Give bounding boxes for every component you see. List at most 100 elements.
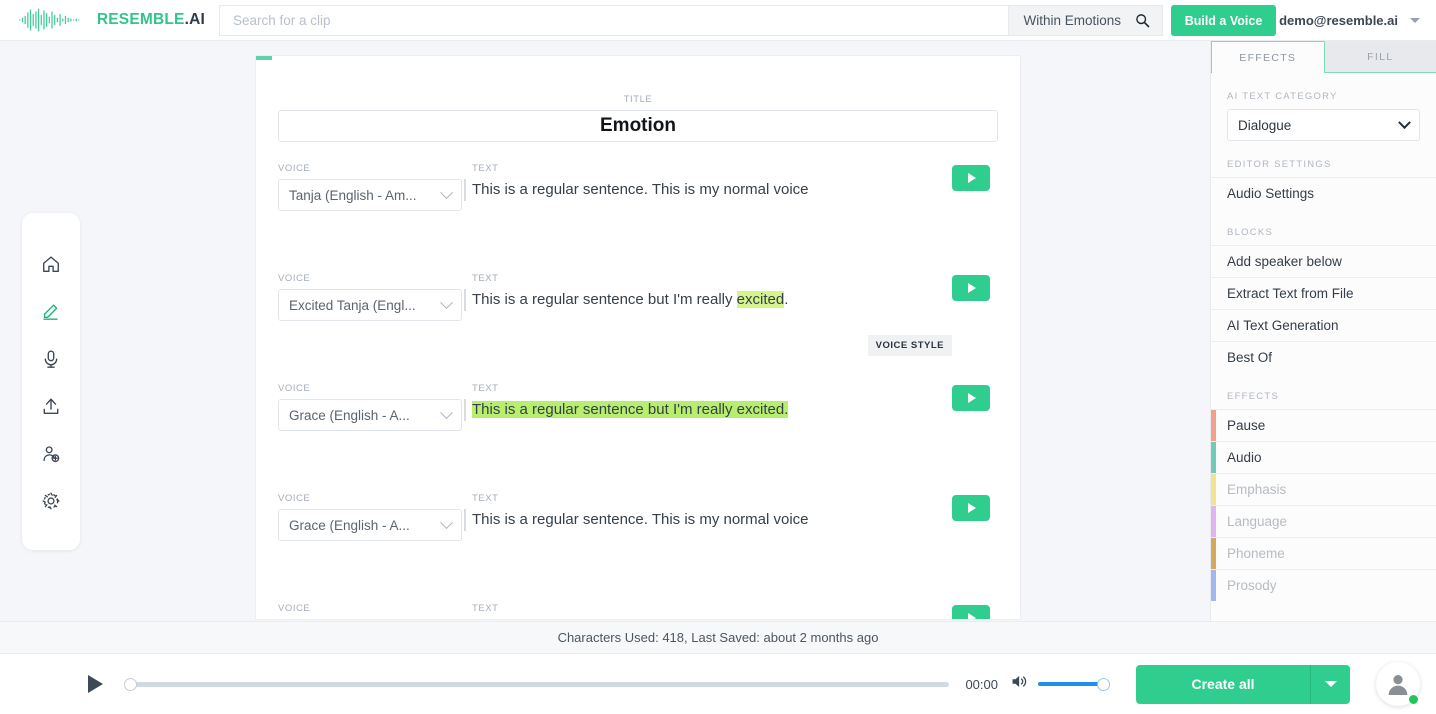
home-icon: [43, 256, 59, 272]
voice-style-tag[interactable]: VOICE STYLE: [867, 335, 952, 356]
text-field-group: TEXT This is a regular sentence but I'm …: [462, 383, 952, 421]
text-field-group: TEXT This is a regular sentence. This is…: [462, 493, 952, 531]
play-row-button[interactable]: [952, 275, 990, 301]
text-label: TEXT: [472, 383, 499, 394]
effect-label: Prosody: [1227, 578, 1277, 593]
play-row-button[interactable]: [952, 605, 990, 619]
play-row-button[interactable]: [952, 165, 990, 191]
play-icon: [968, 283, 976, 293]
effect-color-swatch: [1211, 538, 1216, 569]
voice-field-group: VOICE: [278, 603, 462, 620]
status-text: Characters Used: 418, Last Saved: about …: [557, 630, 879, 645]
row-play-col: [952, 163, 998, 191]
tab-effects[interactable]: EFFECTS: [1211, 41, 1325, 73]
effect-label: Language: [1227, 514, 1288, 529]
text-label: TEXT: [472, 603, 499, 614]
play-icon: [968, 503, 976, 513]
ai-text-category-select[interactable]: Dialogue: [1227, 109, 1420, 141]
effect-item-pause[interactable]: Pause: [1211, 409, 1436, 441]
effect-label: Phoneme: [1227, 546, 1285, 561]
text-input[interactable]: This is a regular sentence. This is my n…: [464, 509, 952, 531]
text-input[interactable]: This is a regular sentence but I'm reall…: [464, 289, 952, 311]
voice-select-value: Grace (English - A...: [289, 407, 410, 423]
chevron-down-icon: [440, 405, 453, 419]
effect-color-swatch: [1211, 442, 1216, 473]
voice-select[interactable]: Excited Tanja (Engl...: [278, 289, 462, 321]
highlighted-text[interactable]: [472, 619, 806, 620]
sidebar-item-home[interactable]: [34, 249, 68, 279]
voice-select-value: Excited Tanja (Engl...: [289, 297, 416, 313]
menu-item-extract-text-from-file[interactable]: Extract Text from File: [1211, 277, 1436, 309]
search-scope-chip[interactable]: Within Emotions: [1008, 5, 1163, 36]
online-status-badge: [1408, 694, 1419, 705]
effect-item-prosody[interactable]: Prosody: [1211, 569, 1436, 601]
speaker-row: VOICE Grace (English - A... TEXT This is…: [278, 383, 998, 493]
blocks-label: BLOCKS: [1227, 227, 1274, 238]
menu-item-audio-settings[interactable]: Audio Settings: [1211, 177, 1436, 209]
effect-color-swatch: [1211, 506, 1216, 537]
title-label: TITLE: [623, 94, 653, 105]
create-all-dropdown-button[interactable]: [1310, 664, 1350, 704]
sidebar-item-upload[interactable]: [34, 391, 68, 421]
avatar[interactable]: [1376, 662, 1420, 706]
effect-item-language[interactable]: Language: [1211, 505, 1436, 537]
text-suffix: .: [784, 291, 789, 308]
text-label: TEXT: [472, 163, 499, 174]
create-all-group: Create all: [1136, 664, 1350, 704]
brand-name: RESEMBLE.AI: [96, 11, 205, 28]
speaker-row: VOICE Grace (English - A... TEXT This is…: [278, 493, 998, 603]
text-input[interactable]: This is a regular sentence but I'm reall…: [464, 399, 952, 421]
scrubber-handle[interactable]: [124, 677, 137, 691]
voice-select[interactable]: [278, 619, 462, 620]
play-icon: [968, 613, 976, 619]
account-menu[interactable]: demo@resemble.ai: [1279, 0, 1420, 41]
row-play-col: [952, 493, 998, 521]
voice-label: VOICE: [278, 493, 311, 504]
editor-card: TITLE VOICE Tanja (English - Am... TEXT …: [255, 55, 1021, 620]
menu-item-ai-text-generation[interactable]: AI Text Generation: [1211, 309, 1436, 341]
volume-slider[interactable]: [1038, 676, 1110, 692]
text-input[interactable]: This is a regular sentence. This is my n…: [464, 179, 952, 201]
chevron-down-icon: [1398, 115, 1411, 129]
voice-field-group: VOICE Grace (English - A...: [278, 493, 462, 541]
voice-select[interactable]: Grace (English - A...: [278, 509, 462, 541]
voice-select[interactable]: Tanja (English - Am...: [278, 179, 462, 211]
play-icon[interactable]: [88, 675, 103, 693]
title-field-group: TITLE: [256, 56, 1020, 142]
voice-select[interactable]: Grace (English - A...: [278, 399, 462, 431]
build-a-voice-button[interactable]: Build a Voice: [1171, 5, 1276, 36]
tab-fill[interactable]: FILL: [1324, 41, 1436, 73]
chevron-down-icon[interactable]: [1410, 18, 1420, 23]
brand-logo[interactable]: RESEMBLE.AI: [0, 7, 205, 33]
effect-label: Audio: [1227, 450, 1262, 465]
effect-item-audio[interactable]: Audio: [1211, 441, 1436, 473]
text-prefix: This is a regular sentence but I'm reall…: [472, 291, 737, 308]
play-row-button[interactable]: [952, 385, 990, 411]
chevron-down-icon: [1324, 681, 1337, 687]
search-input[interactable]: [219, 5, 1009, 36]
sidebar-item-edit[interactable]: [34, 296, 68, 326]
right-panel-tabs: EFFECTS FILL: [1211, 41, 1436, 73]
effect-color-swatch: [1211, 410, 1216, 441]
status-bar: Characters Used: 418, Last Saved: about …: [0, 621, 1436, 654]
sidebar-item-team[interactable]: [34, 439, 68, 469]
create-all-button[interactable]: Create all: [1136, 664, 1310, 704]
voice-field-group: VOICE Grace (English - A...: [278, 383, 462, 431]
play-icon: [968, 393, 976, 403]
microphone-icon: [44, 350, 58, 368]
play-row-button[interactable]: [952, 495, 990, 521]
playback-scrubber[interactable]: [124, 675, 950, 693]
title-input[interactable]: [278, 110, 998, 142]
effect-item-emphasis[interactable]: Emphasis: [1211, 473, 1436, 505]
voice-label: VOICE: [278, 383, 311, 394]
text-label: TEXT: [472, 493, 499, 504]
volume-handle[interactable]: [1097, 677, 1110, 691]
volume-icon[interactable]: [1011, 674, 1028, 694]
sidebar-item-record[interactable]: [34, 344, 68, 374]
ai-text-category-label: AI TEXT CATEGORY: [1227, 91, 1338, 102]
menu-item-best-of[interactable]: Best Of: [1211, 341, 1436, 373]
effect-item-phoneme[interactable]: Phoneme: [1211, 537, 1436, 569]
search-icon[interactable]: [1135, 13, 1150, 28]
menu-item-add-speaker-below[interactable]: Add speaker below: [1211, 245, 1436, 277]
sidebar-item-settings[interactable]: [34, 486, 68, 516]
